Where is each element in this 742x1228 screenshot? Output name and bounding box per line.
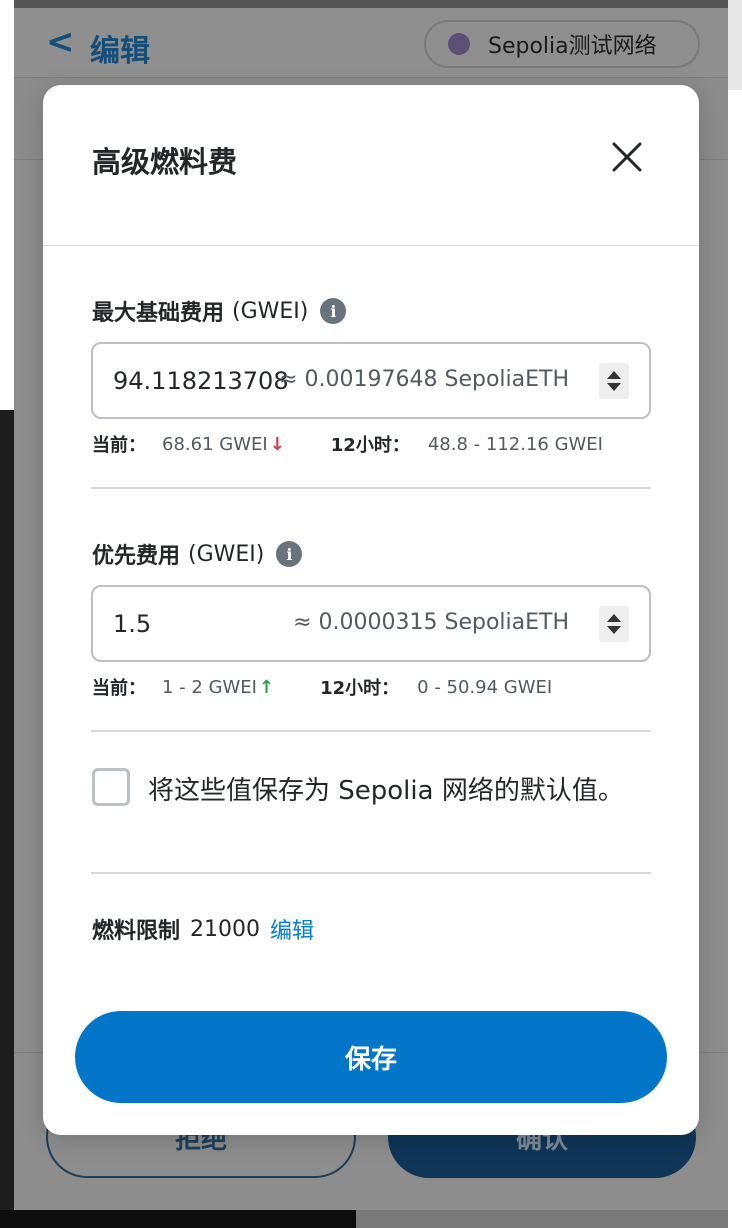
max-base-fee-unit: (GWEI) (232, 298, 309, 324)
range-key: 12小时： (330, 435, 410, 456)
range-key: 12小时： (320, 678, 400, 699)
priority-fee-hint: 当前： 1 - 2 GWEI ↑ 12小时： 0 - 50.94 GWEI (92, 674, 552, 700)
network-label: Sepolia测试网络 (488, 34, 657, 59)
left-dark-panel (0, 410, 14, 1228)
stepper-up-icon[interactable] (607, 371, 621, 379)
info-icon[interactable]: i (276, 541, 303, 567)
stepper-down-icon[interactable] (607, 383, 621, 391)
priority-fee-value[interactable]: 1.5 (113, 587, 151, 660)
info-icon[interactable]: i (320, 298, 347, 324)
priority-fee-range: 0 - 50.94 GWEI (417, 676, 553, 698)
priority-fee-unit: (GWEI) (188, 541, 265, 567)
save-default-checkbox[interactable] (92, 768, 130, 806)
stepper-up-icon[interactable] (607, 614, 621, 622)
priority-fee-stepper[interactable] (599, 606, 629, 642)
max-base-fee-value[interactable]: 94.118213708 (113, 344, 289, 417)
bottom-dark-panel (0, 1210, 356, 1228)
advanced-gas-fee-modal: 高级燃料费 最大基础费用 (GWEI) i 94.118213708 ≈ 0.0… (43, 85, 699, 1135)
priority-fee-label-text: 优先费用 (92, 544, 181, 569)
max-base-fee-label: 最大基础费用 (GWEI) i (92, 295, 347, 327)
modal-title: 高级燃料费 (92, 145, 238, 179)
window-top-edge (0, 0, 742, 8)
network-selector[interactable]: Sepolia测试网络 (424, 20, 700, 68)
current-base-fee: 68.61 GWEI (162, 433, 268, 455)
back-chevron-icon[interactable]: < (46, 22, 75, 62)
save-default-label[interactable]: 将这些值保存为 Sepolia 网络的默认值。 (148, 770, 624, 807)
save-button[interactable]: 保存 (75, 1011, 667, 1103)
network-dot-icon (448, 33, 470, 55)
max-base-fee-conversion: ≈ 0.00197648 SepoliaETH (279, 366, 569, 392)
trend-down-icon: ↓ (269, 433, 285, 455)
priority-fee-conversion: ≈ 0.0000315 SepoliaETH (293, 609, 569, 635)
section-divider (91, 487, 651, 489)
gas-limit-row: 燃料限制 21000 编辑 (92, 913, 314, 945)
priority-fee-input[interactable]: 1.5 ≈ 0.0000315 SepoliaETH (91, 585, 651, 662)
current-key: 当前： (92, 435, 146, 456)
current-key: 当前： (92, 678, 146, 699)
base-fee-range: 48.8 - 112.16 GWEI (427, 433, 603, 455)
current-priority-fee: 1 - 2 GWEI (162, 676, 257, 698)
background-page-title: 编辑 (90, 34, 150, 69)
stepper-down-icon[interactable] (607, 626, 621, 634)
gas-limit-edit-link[interactable]: 编辑 (270, 913, 314, 945)
right-window-edge (728, 0, 742, 1228)
modal-header: 高级燃料费 (43, 85, 699, 246)
close-icon[interactable] (607, 137, 647, 177)
trend-up-icon: ↑ (259, 676, 275, 698)
gas-limit-label: 燃料限制 (92, 919, 181, 944)
gas-limit-value: 21000 (190, 916, 261, 942)
max-base-fee-stepper[interactable] (599, 363, 629, 399)
section-divider (91, 730, 651, 732)
max-base-fee-input[interactable]: 94.118213708 ≈ 0.00197648 SepoliaETH (91, 342, 651, 419)
max-base-fee-hint: 当前： 68.61 GWEI ↓ 12小时： 48.8 - 112.16 GWE… (92, 431, 603, 457)
right-topbar (728, 0, 742, 90)
section-divider (91, 872, 651, 874)
priority-fee-label: 优先费用 (GWEI) i (92, 538, 303, 570)
max-base-fee-label-text: 最大基础费用 (92, 301, 225, 326)
